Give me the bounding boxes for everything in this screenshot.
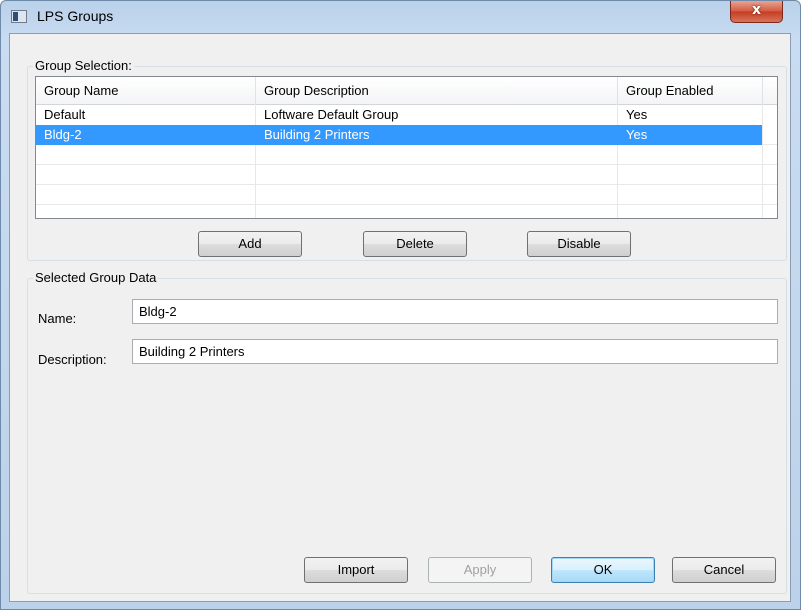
description-label: Description: xyxy=(38,352,107,367)
cell-group-name: Default xyxy=(44,107,86,122)
grid-line xyxy=(36,164,777,165)
title-bar[interactable]: LPS Groups x xyxy=(1,1,801,33)
cell-group-enabled: Yes xyxy=(626,127,648,142)
description-field[interactable]: Building 2 Printers xyxy=(132,339,778,364)
import-button[interactable]: Import xyxy=(304,557,408,583)
cell-group-name: Bldg-2 xyxy=(44,127,82,142)
cell-group-enabled: Yes xyxy=(626,107,648,122)
groups-list[interactable]: Group Name Group Description Group Enabl… xyxy=(35,76,778,219)
grid-line xyxy=(36,184,777,185)
groups-list-header: Group Name Group Description Group Enabl… xyxy=(36,77,777,105)
close-icon: x xyxy=(751,2,762,18)
cancel-button[interactable]: Cancel xyxy=(672,557,776,583)
name-field[interactable]: Bldg-2 xyxy=(132,299,778,324)
selected-group-data-box: Selected Group Data xyxy=(27,270,787,594)
grid-line xyxy=(36,204,777,205)
ok-button[interactable]: OK xyxy=(551,557,655,583)
group-selection-legend: Group Selection: xyxy=(33,58,134,73)
column-header-group-name[interactable]: Group Name xyxy=(36,77,256,104)
column-header-group-description[interactable]: Group Description xyxy=(256,77,618,104)
app-window-icon xyxy=(11,10,27,23)
disable-button[interactable]: Disable xyxy=(527,231,631,257)
selected-group-data-legend: Selected Group Data xyxy=(33,270,159,285)
list-row-default[interactable]: Default Loftware Default Group Yes xyxy=(36,105,762,125)
lps-groups-window: LPS Groups x Group Selection: Group Name… xyxy=(0,0,801,610)
column-header-group-enabled[interactable]: Group Enabled xyxy=(618,77,763,104)
cell-group-description: Loftware Default Group xyxy=(264,107,399,122)
apply-button[interactable]: Apply xyxy=(428,557,532,583)
list-row-bldg-2[interactable]: Bldg-2 Building 2 Printers Yes xyxy=(36,125,762,145)
name-label: Name: xyxy=(38,311,77,326)
close-button[interactable]: x xyxy=(730,1,783,23)
cell-group-description: Building 2 Printers xyxy=(264,127,370,142)
window-title: LPS Groups xyxy=(37,8,114,24)
add-button[interactable]: Add xyxy=(198,231,302,257)
delete-button[interactable]: Delete xyxy=(363,231,467,257)
